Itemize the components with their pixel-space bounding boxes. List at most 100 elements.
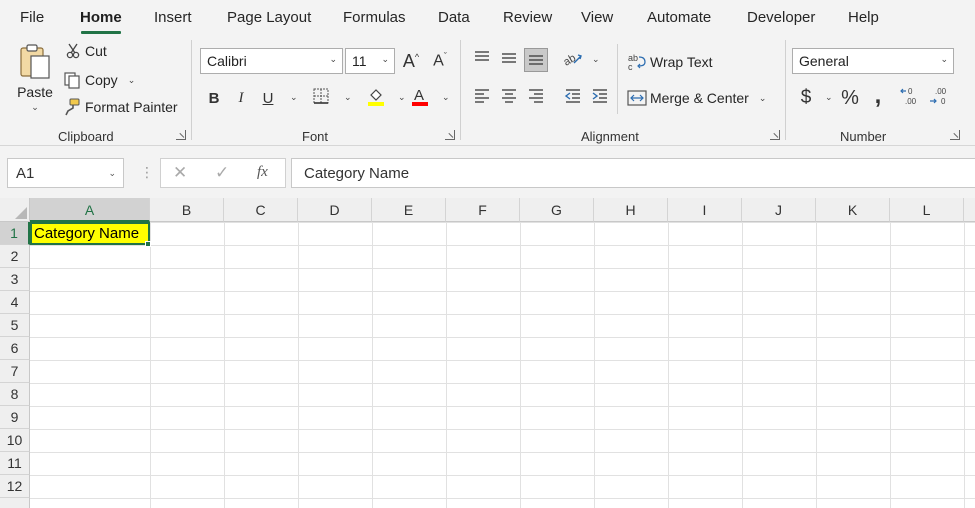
align-left-button[interactable] xyxy=(470,86,494,110)
underline-dropdown-icon[interactable]: ⌄ xyxy=(290,92,298,103)
row-header-2[interactable]: 2 xyxy=(0,245,30,268)
italic-button[interactable]: I xyxy=(229,86,253,110)
bold-button[interactable]: B xyxy=(202,86,226,110)
increase-indent-button[interactable] xyxy=(588,86,612,110)
scissors-icon xyxy=(64,43,82,59)
font-size-dropdown[interactable]: 11 ⌄ xyxy=(345,48,395,74)
format-painter-button[interactable]: Format Painter xyxy=(62,98,178,116)
tab-developer[interactable]: Developer xyxy=(747,9,815,26)
clipboard-launcher-icon[interactable] xyxy=(176,130,186,140)
row-header-1[interactable]: 1 xyxy=(0,222,30,245)
merge-dropdown-icon[interactable]: ⌄ xyxy=(759,93,767,104)
alignment-launcher-icon[interactable] xyxy=(770,130,780,140)
wrap-text-button[interactable]: ab c Wrap Text xyxy=(627,52,713,72)
accounting-format-button[interactable]: $ xyxy=(794,86,818,110)
row-header-11[interactable]: 11 xyxy=(0,452,30,475)
align-center-icon xyxy=(500,88,518,108)
paste-dropdown-icon: ⌄ xyxy=(31,102,39,112)
tab-automate[interactable]: Automate xyxy=(647,9,711,26)
name-box[interactable]: A1 ⌄ xyxy=(7,158,124,188)
column-header-e[interactable]: E xyxy=(372,198,446,222)
svg-text:ab: ab xyxy=(562,52,578,67)
row-header-8[interactable]: 8 xyxy=(0,383,30,406)
accounting-dropdown-icon[interactable]: ⌄ xyxy=(825,92,833,103)
tab-insert[interactable]: Insert xyxy=(154,9,192,26)
tab-file[interactable]: File xyxy=(20,9,44,26)
column-header-c[interactable]: C xyxy=(224,198,298,222)
fill-handle[interactable] xyxy=(145,241,151,247)
tab-page-layout[interactable]: Page Layout xyxy=(227,9,311,26)
cell-a1[interactable]: Category Name xyxy=(30,222,150,245)
check-icon[interactable]: ✓ xyxy=(215,163,229,183)
decrease-indent-button[interactable] xyxy=(561,86,585,110)
tab-data[interactable]: Data xyxy=(438,9,470,26)
paste-button[interactable]: Paste ⌄ xyxy=(14,42,56,132)
row-header-6[interactable]: 6 xyxy=(0,337,30,360)
row-header-10[interactable]: 10 xyxy=(0,429,30,452)
number-format-dropdown[interactable]: General ⌄ xyxy=(792,48,954,74)
font-launcher-icon[interactable] xyxy=(445,130,455,140)
orientation-button[interactable]: ab xyxy=(561,48,585,72)
number-launcher-icon[interactable] xyxy=(950,130,960,140)
column-header-j[interactable]: J xyxy=(742,198,816,222)
column-header-d[interactable]: D xyxy=(298,198,372,222)
column-header-i[interactable]: I xyxy=(668,198,742,222)
copy-dropdown-icon[interactable]: ⌄ xyxy=(128,75,136,86)
tab-home[interactable]: Home xyxy=(80,9,122,26)
svg-text:0: 0 xyxy=(908,87,913,96)
column-header-l[interactable]: L xyxy=(890,198,964,222)
tab-help[interactable]: Help xyxy=(848,9,879,26)
tab-formulas[interactable]: Formulas xyxy=(343,9,406,26)
column-header-partial[interactable] xyxy=(964,198,975,222)
column-header-k[interactable]: K xyxy=(816,198,890,222)
increase-font-icon: A^ xyxy=(402,50,420,71)
tab-view[interactable]: View xyxy=(581,9,613,26)
select-all-button[interactable] xyxy=(0,198,30,222)
font-color-dropdown-icon[interactable]: ⌄ xyxy=(442,92,450,103)
column-header-f[interactable]: F xyxy=(446,198,520,222)
row-header-5[interactable]: 5 xyxy=(0,314,30,337)
underline-button[interactable]: U xyxy=(256,86,280,110)
comma-style-button[interactable]: , xyxy=(866,82,890,109)
fill-color-dropdown-icon[interactable]: ⌄ xyxy=(398,92,406,103)
top-align-button[interactable] xyxy=(470,48,494,72)
row-header-9[interactable]: 9 xyxy=(0,406,30,429)
row-header-12[interactable]: 12 xyxy=(0,475,30,498)
merge-center-button[interactable]: Merge & Center ⌄ xyxy=(627,89,766,107)
formula-input[interactable]: Category Name xyxy=(291,158,975,188)
decrease-decimal-button[interactable]: .00 0 xyxy=(929,86,953,110)
middle-align-button[interactable] xyxy=(497,48,521,72)
column-header-a[interactable]: A xyxy=(30,198,150,222)
row-header-7[interactable]: 7 xyxy=(0,360,30,383)
percent-style-button[interactable]: % xyxy=(838,86,862,110)
chevron-down-icon: ⌄ xyxy=(108,168,116,178)
cut-button[interactable]: Cut xyxy=(64,43,107,59)
align-center-button[interactable] xyxy=(497,86,521,110)
alignment-group-label: Alignment xyxy=(581,129,639,144)
insert-function-icon[interactable]: fx xyxy=(257,164,268,181)
row-header-partial[interactable] xyxy=(0,498,30,508)
font-name-dropdown[interactable]: Calibri ⌄ xyxy=(200,48,343,74)
fill-color-button[interactable] xyxy=(364,86,388,110)
group-divider xyxy=(460,40,461,140)
orientation-dropdown-icon[interactable]: ⌄ xyxy=(592,54,600,65)
paint-bucket-icon xyxy=(366,86,386,110)
column-header-g[interactable]: G xyxy=(520,198,594,222)
column-header-b[interactable]: B xyxy=(150,198,224,222)
decrease-font-size-button[interactable]: Aˇ xyxy=(428,49,452,73)
font-color-button[interactable]: A xyxy=(408,86,432,110)
row-header-4[interactable]: 4 xyxy=(0,291,30,314)
cancel-icon[interactable]: ✕ xyxy=(173,163,187,183)
increase-font-size-button[interactable]: A^ xyxy=(399,49,423,73)
column-header-h[interactable]: H xyxy=(594,198,668,222)
align-right-button[interactable] xyxy=(524,86,548,110)
tab-review[interactable]: Review xyxy=(503,9,552,26)
borders-button[interactable] xyxy=(309,86,333,110)
borders-dropdown-icon[interactable]: ⌄ xyxy=(344,92,352,103)
row-header-3[interactable]: 3 xyxy=(0,268,30,291)
cell-area[interactable] xyxy=(30,222,975,508)
drag-handle-icon[interactable]: ⋮ xyxy=(140,164,154,181)
increase-decimal-button[interactable]: 0.00 xyxy=(900,86,924,110)
copy-button[interactable]: Copy ⌄ xyxy=(62,71,135,89)
bottom-align-button[interactable] xyxy=(524,48,548,72)
